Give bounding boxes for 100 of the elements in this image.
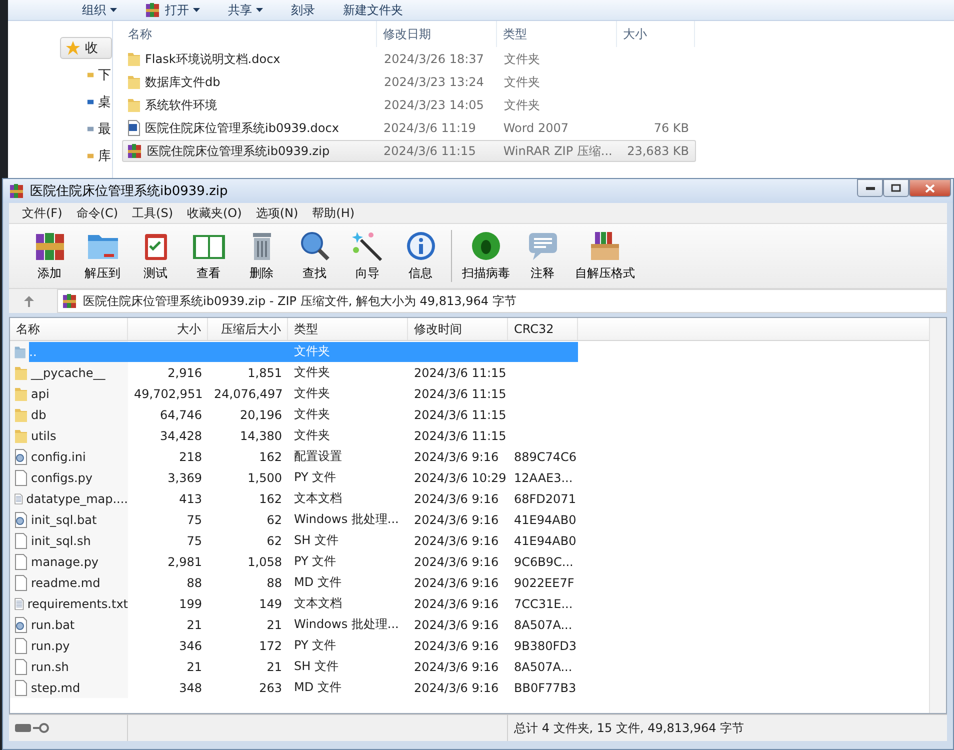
sidebar-item[interactable]: 最	[60, 118, 112, 140]
toolbar-button[interactable]: 刻录	[281, 0, 325, 20]
settings-file-icon	[14, 448, 28, 464]
size-cell-text: 76 KB	[652, 121, 690, 135]
type-cell-text: PY 文件	[293, 553, 338, 570]
size-cell-text: 21	[186, 660, 203, 674]
size-cell-text: 218	[178, 450, 203, 464]
column-header[interactable]: CRC32	[508, 318, 578, 340]
toolbar-button[interactable]: 组织	[72, 0, 127, 20]
crc-cell-text: 41E94AB0	[513, 534, 578, 548]
column-header[interactable]: 修改时间	[408, 318, 508, 340]
toolbar-button[interactable]: 删除	[235, 227, 288, 285]
packed-size-cell-text: 162	[258, 492, 283, 506]
archive-icon	[127, 143, 143, 159]
column-header[interactable]: 名称	[10, 318, 128, 340]
toolbar-button[interactable]: 查看	[182, 227, 235, 285]
size-cell-text: 34,428	[159, 428, 203, 442]
date-cell-text: 2024/3/6 9:16	[413, 638, 500, 652]
date-cell-text: 2024/3/6 11:15	[382, 144, 477, 158]
column-header[interactable]: 类型	[288, 318, 408, 340]
column-header[interactable]: 名称	[122, 21, 377, 47]
menu-item[interactable]: 文件(F)	[15, 204, 70, 222]
column-header[interactable]: 压缩后大小	[208, 318, 288, 340]
toolbar-button[interactable]: 自解压格式	[569, 227, 641, 285]
type-cell-text: MD 文件	[293, 679, 342, 696]
date-cell-text: 2024/3/6 9:16	[413, 680, 500, 694]
file-icon	[14, 532, 28, 548]
column-header[interactable]: 大小	[128, 318, 208, 340]
toolbar-button[interactable]: 注释	[516, 227, 569, 285]
column-header[interactable]: 类型	[497, 21, 617, 47]
file-name[interactable]: api	[31, 386, 50, 400]
date-cell-text: 2024/3/6 11:15	[413, 366, 508, 380]
type-cell-text: 文件夹	[503, 96, 541, 114]
file-name[interactable]: db	[31, 408, 46, 422]
file-icon	[14, 638, 28, 654]
menu-item[interactable]: 帮助(H)	[305, 204, 362, 222]
toolbar-button[interactable]: 信息	[394, 227, 447, 285]
date-cell-text: 2024/3/6 11:15	[413, 428, 508, 442]
date-cell-text: 2024/3/6 9:16	[413, 492, 500, 506]
toolbar-button[interactable]: 查找	[288, 227, 341, 285]
crc-cell-text: 9B380FD3	[513, 638, 578, 652]
packed-size-cell-text: 20,196	[239, 408, 283, 422]
file-name[interactable]: utils	[31, 428, 56, 442]
packed-size-cell-text: 14,380	[239, 428, 283, 442]
type-cell-text: WinRAR ZIP 压缩...	[502, 142, 614, 160]
sidebar-item[interactable]: 库	[60, 145, 112, 167]
menu-item[interactable]: 选项(N)	[248, 204, 306, 222]
file-name[interactable]: Flask环境说明文档.docx	[145, 50, 280, 68]
scrollbar[interactable]	[929, 318, 946, 713]
close-button[interactable]	[909, 179, 951, 197]
toolbar-button[interactable]: 向导	[341, 227, 394, 285]
type-cell-text: PY 文件	[293, 469, 338, 486]
packed-size-cell-text: 88	[266, 576, 283, 590]
file-name[interactable]: 数据库文件db	[145, 74, 220, 90]
packed-size-cell-text: 21	[266, 618, 283, 632]
crc-cell-text: 8A507A...	[513, 660, 574, 674]
text-file-icon	[14, 596, 24, 612]
sidebar-item[interactable]: 下	[60, 64, 112, 86]
menu-item[interactable]: 命令(C)	[69, 204, 126, 222]
minimize-icon	[866, 186, 874, 190]
packed-size-cell-text: 62	[266, 512, 283, 526]
sidebar-item[interactable]: 桌	[60, 91, 112, 113]
archive-icon	[62, 293, 78, 309]
address-bar[interactable]: 医院住院床位管理系统ib0939.zip - ZIP 压缩文件, 解包大小为 49,813,964 字节	[57, 289, 947, 313]
crc-cell-text: 68FD2071	[513, 492, 577, 506]
date-cell-text: 2024/3/6 9:16	[413, 618, 500, 632]
toolbar-button[interactable]: 共享	[218, 0, 273, 20]
size-cell-text: 348	[178, 680, 203, 694]
toolbar-button[interactable]: 扫描病毒	[456, 227, 516, 285]
crc-cell-text: 8A507A...	[513, 618, 574, 632]
packed-size-cell-text: 62	[266, 534, 283, 548]
type-cell-text: SH 文件	[293, 532, 340, 549]
type-cell-text: 文件夹	[503, 74, 541, 90]
size-cell-text: 75	[186, 512, 203, 526]
type-cell-text: 文件夹	[293, 385, 331, 402]
type-cell-text: Windows 批处理...	[293, 616, 400, 633]
package-icon	[588, 230, 622, 262]
column-header[interactable]: 修改日期	[377, 21, 497, 47]
packed-size-cell-text: 24,076,497	[213, 386, 284, 400]
toolbar-button[interactable]: 新建文件夹	[333, 0, 413, 20]
file-name[interactable]: 医院住院床位管理系统ib0939.docx	[145, 120, 339, 136]
menu-item[interactable]: 工具(S)	[125, 204, 180, 222]
toolbar-button[interactable]: 添加	[23, 227, 76, 285]
column-header[interactable]: 大小	[617, 21, 695, 47]
up-arrow-icon	[24, 296, 34, 306]
packed-size-cell-text: 149	[258, 596, 283, 610]
toolbar-button[interactable]: 打开	[135, 0, 210, 20]
file-name[interactable]: 系统软件环境	[145, 96, 217, 114]
date-cell-text: 2024/3/6 9:16	[413, 554, 500, 568]
maximize-button[interactable]	[883, 179, 909, 197]
size-cell-text: 199	[178, 596, 203, 610]
file-name[interactable]: 医院住院床位管理系统ib0939.zip	[147, 142, 330, 160]
date-cell-text: 2024/3/6 11:15	[413, 408, 508, 422]
type-cell-text: 配置设置	[293, 448, 343, 465]
minimize-button[interactable]	[857, 179, 883, 197]
date-cell-text: 2024/3/6 9:16	[413, 660, 500, 674]
toolbar-button[interactable]: 测试	[129, 227, 182, 285]
sidebar-item[interactable]: 收	[60, 37, 112, 59]
menu-item[interactable]: 收藏夹(O)	[180, 204, 249, 222]
toolbar-button[interactable]: 解压到	[76, 227, 129, 285]
